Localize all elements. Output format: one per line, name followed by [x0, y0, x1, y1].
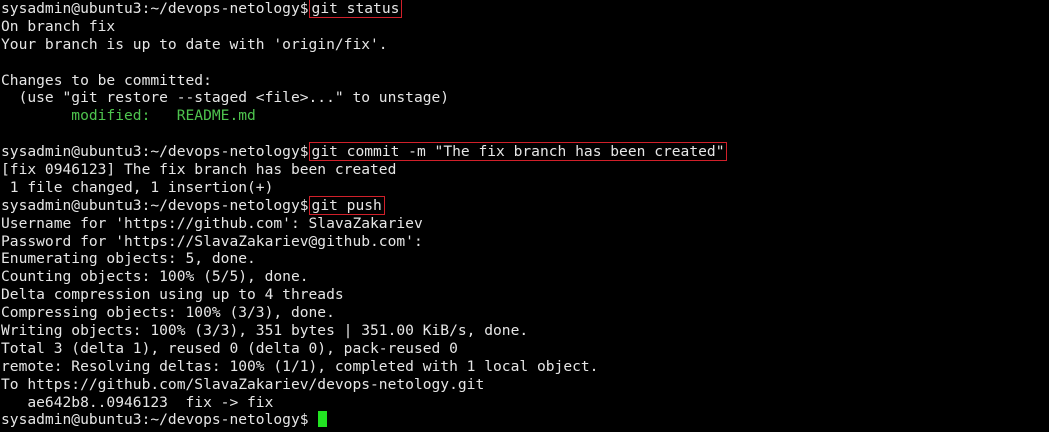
- output-line: Changes to be committed:: [1, 71, 212, 89]
- output-line: Password for 'https://SlavaZakariev@gith…: [1, 232, 423, 250]
- output-line: [fix 0946123] The fix branch has been cr…: [1, 161, 397, 179]
- output-line: Enumerating objects: 5, done.: [1, 250, 256, 268]
- output-line: (use "git restore --staged <file>..." to…: [1, 89, 450, 107]
- prompt: sysadmin@ubuntu3:~/devops-netology$: [1, 143, 309, 161]
- output-line: 1 file changed, 1 insertion(+): [1, 178, 274, 196]
- output-line: On branch fix: [1, 17, 116, 35]
- prompt: sysadmin@ubuntu3:~/devops-netology$: [1, 0, 309, 17]
- command-git-commit: git commit -m "The fix branch has been c…: [308, 142, 728, 162]
- cursor-block[interactable]: [317, 411, 327, 428]
- output-line: Your branch is up to date with 'origin/f…: [1, 35, 388, 53]
- output-line: Writing objects: 100% (3/3), 351 bytes |…: [1, 322, 529, 340]
- command-git-status: git status: [308, 0, 403, 18]
- output-line: Compressing objects: 100% (3/3), done.: [1, 304, 335, 322]
- output-line: Username for 'https://github.com': Slava…: [1, 214, 423, 232]
- prompt: sysadmin@ubuntu3:~/devops-netology$: [1, 196, 309, 214]
- command-git-push: git push: [308, 195, 385, 215]
- output-line: ae642b8..0946123 fix -> fix: [1, 393, 274, 411]
- output-line: remote: Resolving deltas: 100% (1/1), co…: [1, 357, 599, 375]
- modified-file-line: modified: README.md: [0, 107, 1049, 125]
- terminal-window[interactable]: sysadmin@ubuntu3:~/devops-netology$ git s…: [0, 0, 1049, 432]
- output-line: To https://github.com/SlavaZakariev/devo…: [1, 375, 485, 393]
- prompt: sysadmin@ubuntu3:~/devops-netology$: [1, 411, 309, 429]
- modified-filename: README.md: [176, 107, 256, 125]
- output-line: Delta compression using up to 4 threads: [1, 286, 344, 304]
- prompt-line: sysadmin@ubuntu3:~/devops-netology$ git s…: [0, 0, 1049, 18]
- prompt-line: sysadmin@ubuntu3:~/devops-netology$ git p…: [0, 195, 1049, 215]
- active-prompt-line[interactable]: sysadmin@ubuntu3:~/devops-netology$: [0, 411, 1049, 429]
- modified-label: modified:: [1, 107, 177, 125]
- output-line: Counting objects: 100% (5/5), done.: [1, 268, 309, 286]
- output-line: Total 3 (delta 1), reused 0 (delta 0), p…: [1, 339, 458, 357]
- prompt-line: sysadmin@ubuntu3:~/devops-netology$ git c…: [0, 142, 1049, 162]
